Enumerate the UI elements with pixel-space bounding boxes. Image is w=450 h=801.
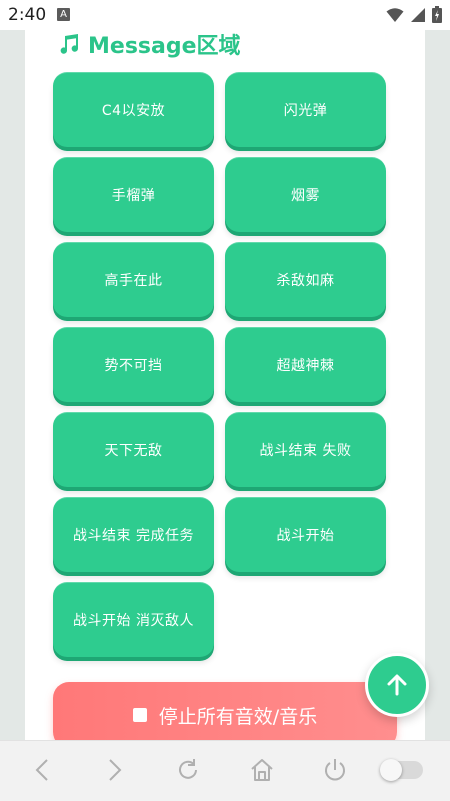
- wifi-icon: [386, 7, 404, 22]
- sound-button-invincible[interactable]: 天下无敌: [53, 412, 214, 487]
- sound-button-mission-complete[interactable]: 战斗结束 完成任务: [53, 497, 214, 572]
- sound-button-master-here[interactable]: 高手在此: [53, 242, 214, 317]
- sound-button-eliminate-enemies[interactable]: 战斗开始 消灭敌人: [53, 582, 214, 657]
- home-icon[interactable]: [249, 757, 275, 783]
- section-title: Message区域: [88, 34, 241, 59]
- sound-button-smoke[interactable]: 烟雾: [225, 157, 386, 232]
- sound-button-grenade[interactable]: 手榴弹: [53, 157, 214, 232]
- right-margin: [425, 30, 450, 740]
- sound-button-killing-spree[interactable]: 杀敌如麻: [225, 242, 386, 317]
- stop-all-sounds-label: 停止所有音效/音乐: [158, 705, 318, 728]
- forward-icon[interactable]: [107, 757, 123, 783]
- sound-button-unstoppable[interactable]: 势不可挡: [53, 327, 214, 402]
- notification-a-icon: A: [57, 8, 70, 21]
- sound-button-battle-lost[interactable]: 战斗结束 失败: [225, 412, 386, 487]
- sound-button-battle-start[interactable]: 战斗开始: [225, 497, 386, 572]
- battery-icon: [432, 6, 442, 23]
- browser-bottom-bar: [0, 740, 450, 801]
- sound-button-c4-planted[interactable]: C4以安放: [53, 72, 214, 147]
- power-icon[interactable]: [322, 757, 348, 783]
- section-header: Message区域: [58, 30, 241, 59]
- status-time: 2:40: [8, 5, 47, 25]
- music-note-icon: [60, 34, 79, 54]
- toggle-switch[interactable]: [380, 759, 423, 781]
- arrow-up-icon: [387, 674, 407, 696]
- back-icon[interactable]: [34, 757, 50, 783]
- toggle-knob: [380, 759, 402, 781]
- left-margin: [0, 30, 25, 740]
- sound-button-godlike[interactable]: 超越神棘: [225, 327, 386, 402]
- stop-all-sounds-button[interactable]: 停止所有音效/音乐: [53, 682, 397, 740]
- status-icons: [386, 6, 442, 23]
- status-bar: 2:40 A: [0, 0, 450, 30]
- signal-icon: [411, 7, 425, 22]
- scroll-to-top-button[interactable]: [365, 653, 429, 717]
- refresh-icon[interactable]: [175, 757, 201, 783]
- message-panel: Message区域 C4以安放 闪光弹 手榴弹 烟雾 高手在此 杀敌如麻 势不可…: [25, 30, 425, 740]
- sound-button-flashbang[interactable]: 闪光弹: [225, 72, 386, 147]
- stop-icon: [132, 708, 147, 722]
